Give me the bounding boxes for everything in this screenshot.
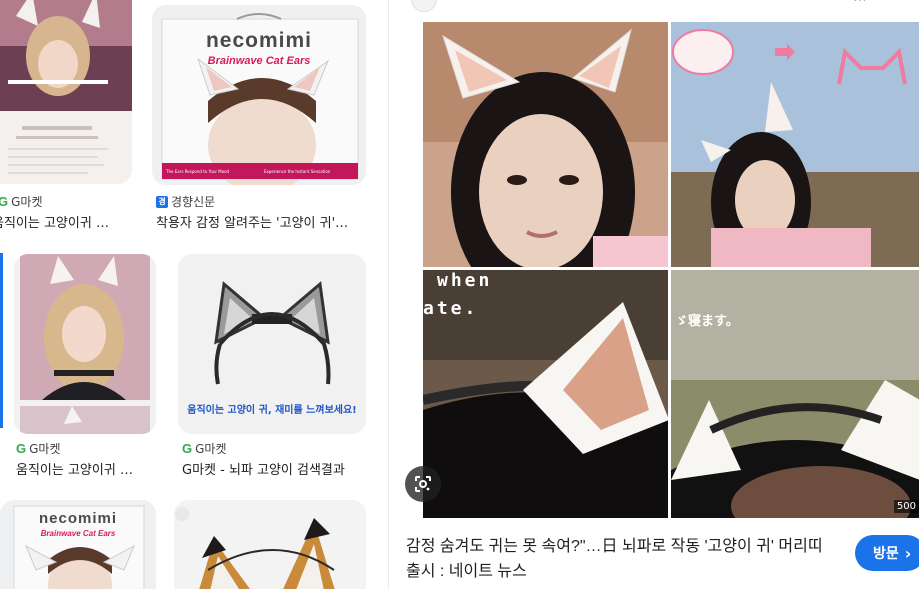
lens-search-button[interactable] bbox=[405, 466, 441, 502]
lens-icon bbox=[415, 476, 431, 492]
visit-button-label: 방문 bbox=[873, 546, 899, 562]
image-tile-top-left bbox=[423, 22, 668, 267]
result-source: G G마켓 bbox=[16, 440, 61, 457]
result-title[interactable]: 움직이는 고양이귀 … bbox=[16, 459, 156, 478]
box-subtitle-text: Brainwave Cat Ears bbox=[40, 529, 116, 538]
result-title[interactable]: 착용자 감정 알려주는 '고양이 귀'… bbox=[156, 212, 370, 231]
source-label: G마켓 bbox=[29, 442, 61, 456]
result-card-3[interactable]: G G마켓 움직이는 고양이귀 … bbox=[0, 250, 160, 482]
result-thumbnail[interactable]: necomimi Brainwave Cat Ears The Ears Res… bbox=[152, 5, 366, 185]
chevron-right-icon: › bbox=[904, 543, 912, 563]
gmarket-logo-icon: G bbox=[182, 441, 193, 456]
result-card-5[interactable]: necomimi Brainwave Cat Ears bbox=[0, 500, 160, 589]
gmarket-logo-icon: G bbox=[16, 441, 27, 456]
result-title[interactable]: 움직이는 고양이귀 … bbox=[0, 212, 132, 231]
result-thumbnail[interactable] bbox=[14, 254, 156, 434]
result-thumbnail[interactable] bbox=[0, 0, 132, 184]
result-thumbnail[interactable]: necomimi Brainwave Cat Ears bbox=[0, 500, 156, 589]
product-banner-text: 움직이는 고양이 귀, 재미를 느껴보세요! bbox=[187, 405, 357, 416]
box-subtitle-text: Brainwave Cat Ears bbox=[207, 55, 311, 67]
image-tile-top-right bbox=[671, 22, 919, 267]
result-card-4[interactable]: 움직이는 고양이 귀, 재미를 느껴보세요! G G마켓 G마켓 - 뇌파 고양… bbox=[178, 250, 370, 482]
gmarket-logo-icon: G bbox=[0, 194, 9, 209]
image-size-badge: 500 bbox=[893, 500, 919, 513]
overlay-text-when: when bbox=[437, 270, 493, 291]
preview-image[interactable]: when ate. ゞ寝ます。 bbox=[423, 22, 919, 518]
result-card-2[interactable]: necomimi Brainwave Cat Ears The Ears Res… bbox=[152, 0, 368, 235]
image-preview-panel: ⋯ when ate. ゞ寝ます。 500 감정 숨겨도 귀는 못 속여?"…日… bbox=[388, 0, 919, 589]
result-card-6[interactable] bbox=[174, 500, 368, 589]
result-card-1[interactable]: G G마켓 움직이는 고양이귀 … bbox=[0, 0, 135, 235]
result-source: G G마켓 bbox=[0, 193, 43, 210]
selected-marker bbox=[0, 253, 3, 428]
source-label: G마켓 bbox=[11, 195, 43, 209]
image-tile-bottom-right: ゞ寝ます。 bbox=[671, 270, 919, 518]
result-thumbnail[interactable]: 움직이는 고양이 귀, 재미를 느껴보세요! bbox=[178, 254, 366, 434]
visit-button[interactable]: 방문 › bbox=[855, 535, 919, 571]
image-results-grid: G G마켓 움직이는 고양이귀 … necomimi Brainwave Cat… bbox=[0, 0, 388, 589]
box-brand-text: necomimi bbox=[205, 29, 313, 52]
source-label: G마켓 bbox=[195, 442, 227, 456]
more-options-icon[interactable]: ⋯ bbox=[853, 0, 867, 8]
box-brand-text: necomimi bbox=[38, 510, 118, 527]
box-tagline-text: The Ears Respond to Your Mood bbox=[166, 169, 230, 174]
overlay-text-japanese: ゞ寝ます。 bbox=[675, 314, 739, 329]
source-favicon bbox=[411, 0, 437, 12]
kyunghyang-logo-icon: 경 bbox=[156, 195, 168, 208]
source-label: 경향신문 bbox=[171, 195, 216, 209]
result-title[interactable]: G마켓 - 뇌파 고양이 검색결과 bbox=[182, 459, 368, 478]
result-source: G G마켓 bbox=[182, 440, 227, 457]
preview-title[interactable]: 감정 숨겨도 귀는 못 속여?"…日 뇌파로 작동 '고양이 귀' 머리띠 출시… bbox=[406, 534, 836, 584]
image-tile-bottom-left: when ate. bbox=[423, 270, 668, 518]
result-source: 경 경향신문 bbox=[156, 193, 215, 210]
box-tagline2-text: Experience the Instant Sensation bbox=[264, 169, 331, 174]
result-thumbnail[interactable] bbox=[174, 500, 366, 589]
overlay-text-ate: ate. bbox=[423, 298, 479, 319]
